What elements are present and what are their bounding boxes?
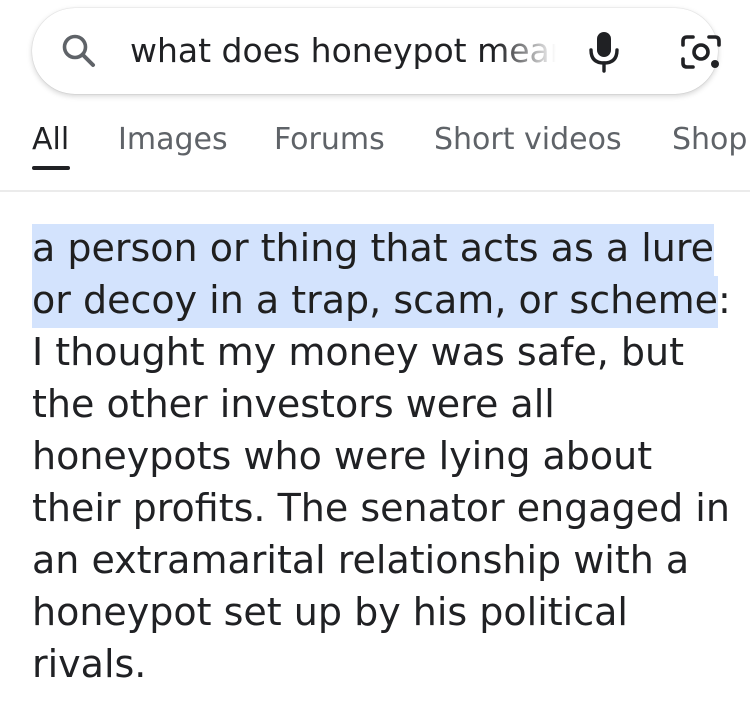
tab-shop[interactable]: Shop: [672, 122, 747, 157]
mic-icon[interactable]: [588, 30, 620, 74]
tabs-divider: [0, 190, 750, 192]
search-bar[interactable]: what does honeypot mean: [32, 8, 721, 94]
search-input[interactable]: what does honeypot mean: [130, 8, 556, 94]
tab-short-videos[interactable]: Short videos: [434, 122, 622, 157]
camera-lens-icon[interactable]: [680, 33, 722, 71]
search-icon[interactable]: [60, 32, 98, 70]
search-tabs: All Images Forums Short videos Shop: [0, 112, 750, 190]
tab-images[interactable]: Images: [118, 122, 228, 157]
active-tab-indicator: [32, 166, 70, 170]
definition-example: : I thought my money was safe, but the o…: [32, 278, 731, 686]
tab-all[interactable]: All: [32, 122, 69, 157]
tab-forums[interactable]: Forums: [274, 122, 385, 157]
definition-text: a person or thing that acts as a lure or…: [32, 222, 732, 690]
highlighted-definition: a person or thing that acts as a lure or…: [32, 224, 718, 328]
